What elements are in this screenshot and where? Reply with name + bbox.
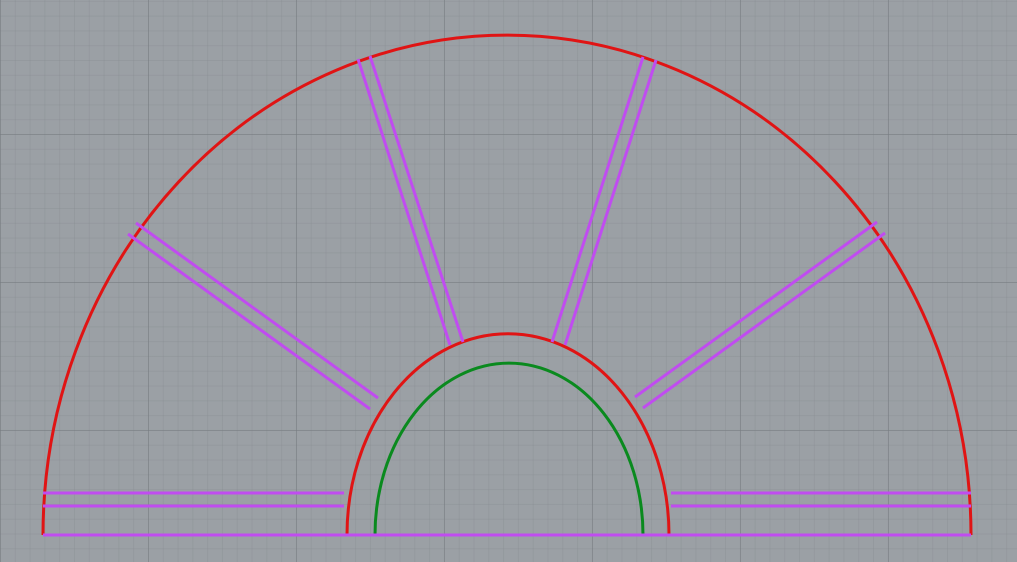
spoke-top-right-line-a[interactable]: [550, 56, 645, 343]
outer-arc-curve[interactable]: [41, 33, 973, 536]
spoke-upper-right-line-a[interactable]: [634, 220, 878, 399]
spoke-top-left-line-a[interactable]: [356, 58, 452, 346]
half-wheel-drawing: [41, 33, 973, 537]
spoke-top-left-line-b[interactable]: [368, 55, 465, 343]
cad-viewport[interactable]: [0, 0, 1017, 562]
spoke-upper-left-line-a[interactable]: [135, 221, 379, 400]
spoke-upper-right-line-b[interactable]: [642, 231, 886, 410]
spoke-upper-left-line-b[interactable]: [127, 232, 371, 411]
core-arc-curve[interactable]: [373, 361, 645, 536]
spoke-top-right-line-b[interactable]: [563, 59, 658, 346]
